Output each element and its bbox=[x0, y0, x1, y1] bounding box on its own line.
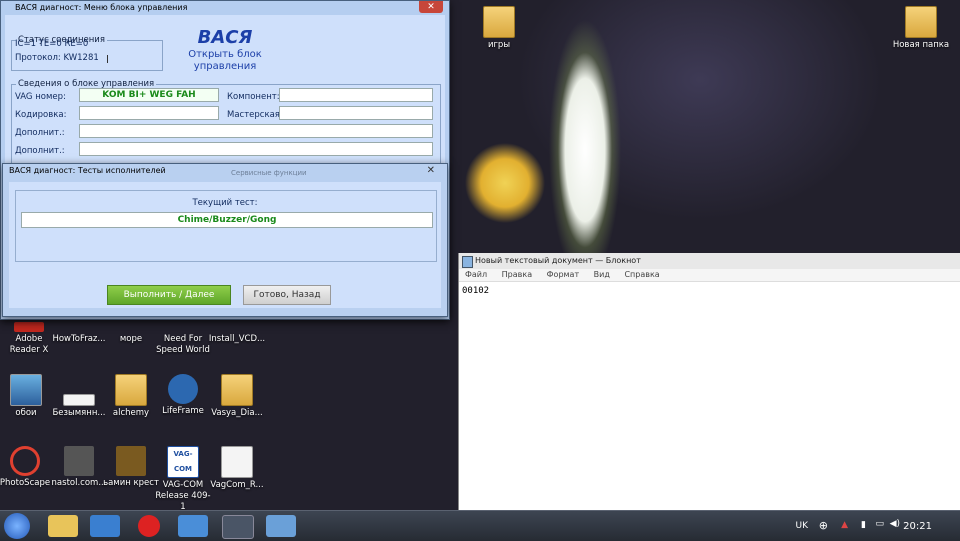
notepad-menubar: Файл Правка Формат Вид Справка bbox=[459, 269, 960, 282]
extra-1-label: Дополнит.: bbox=[15, 128, 65, 138]
menu-view[interactable]: Вид bbox=[594, 270, 610, 279]
installer-icon bbox=[222, 322, 252, 332]
vagcom-icon: VAG- COM bbox=[167, 446, 199, 478]
status-line-2: Протокол: KW1281 bbox=[15, 53, 99, 63]
actuator-test-dialog: ВАСЯ диагност: Тесты исполнителей Сервис… bbox=[2, 163, 448, 317]
monitor-icon bbox=[10, 374, 42, 406]
desktop-icon-nfs-world[interactable]: Need For Speed World bbox=[154, 322, 212, 356]
workshop-field[interactable] bbox=[279, 106, 433, 120]
close-icon[interactable]: ✕ bbox=[427, 164, 435, 178]
folder-icon bbox=[115, 374, 147, 406]
current-test-label: Текущий тест: bbox=[192, 198, 258, 208]
menu-edit[interactable]: Правка bbox=[502, 270, 532, 279]
desktop-icon-untitled[interactable]: Безымянн... bbox=[50, 374, 108, 419]
close-button[interactable]: ✕ bbox=[419, 1, 443, 13]
desktop-icon-new-folder[interactable]: Новая папка bbox=[892, 6, 950, 51]
taskbar-notepad-icon[interactable] bbox=[266, 515, 296, 537]
status-line-1: IC=1 TE=0 RE=0 bbox=[15, 39, 89, 49]
desktop-icon-wallpapers[interactable]: обои bbox=[0, 374, 55, 419]
battery-icon[interactable]: ▭ bbox=[875, 519, 884, 529]
network-icon[interactable]: ▲ bbox=[841, 520, 848, 530]
game-icon bbox=[168, 322, 198, 332]
clock[interactable]: 20:21 bbox=[903, 521, 932, 532]
notepad-titlebar[interactable]: Новый текстовый документ — Блокнот bbox=[459, 253, 960, 269]
taskbar-explorer-icon[interactable] bbox=[48, 515, 78, 537]
vag-number-field[interactable]: KOM BI+ WEG FAH bbox=[79, 88, 219, 102]
extra-2-field[interactable] bbox=[79, 142, 433, 156]
image-icon bbox=[64, 446, 94, 476]
menu-help[interactable]: Справка bbox=[624, 270, 659, 279]
menu-format[interactable]: Формат bbox=[547, 270, 579, 279]
extra-1-field[interactable] bbox=[79, 124, 433, 138]
desktop-icon-nastol[interactable]: nastol.com... bbox=[50, 446, 108, 489]
desktop-icon-alchemy[interactable]: alchemy bbox=[102, 374, 160, 419]
desktop-icon-photoscape[interactable]: PhotoScape bbox=[0, 446, 54, 489]
show-hidden-icons[interactable]: ⊕ bbox=[819, 519, 828, 532]
coding-field[interactable] bbox=[79, 106, 219, 120]
desktop-icon-sea[interactable]: море bbox=[102, 322, 160, 345]
brand-title: ВАСЯ bbox=[197, 27, 253, 48]
image-icon bbox=[63, 394, 95, 406]
image-icon bbox=[116, 446, 146, 476]
folder-icon bbox=[221, 374, 253, 406]
taskbar: UK ⊕ ▲ ▮ ▭ ◀) 20:21 bbox=[0, 510, 960, 541]
test-dialog-client: Текущий тест: Chime/Buzzer/Gong Выполнит… bbox=[9, 182, 441, 308]
photoscape-icon bbox=[10, 446, 40, 476]
run-next-button[interactable]: Выполнить / Далее bbox=[107, 285, 231, 305]
component-field[interactable] bbox=[279, 88, 433, 102]
menu-file[interactable]: Файл bbox=[465, 270, 487, 279]
notepad-icon bbox=[462, 256, 473, 268]
shortcut-icon bbox=[64, 322, 94, 332]
taskbar-opera-icon[interactable] bbox=[138, 515, 160, 537]
folder-icon bbox=[483, 6, 515, 38]
workshop-label: Мастерская bbox=[227, 110, 280, 120]
coding-label: Кодировка: bbox=[15, 110, 67, 120]
adobe-reader-icon bbox=[14, 322, 44, 332]
desktop-icon-howtofraz[interactable]: HowToFraz... bbox=[50, 322, 108, 345]
language-indicator[interactable]: UK bbox=[796, 521, 809, 531]
camera-icon bbox=[168, 374, 198, 404]
extra-2-label: Дополнит.: bbox=[15, 146, 65, 156]
open-block-link[interactable]: Открыть блок управления bbox=[180, 49, 270, 73]
image-icon bbox=[116, 322, 146, 332]
taskbar-vasya-icon[interactable] bbox=[222, 515, 254, 539]
desktop-icon-vagcom[interactable]: VAG- COM VAG-COM Release 409-1 bbox=[154, 446, 212, 513]
desktop-icon-install-vcd[interactable]: Install_VCD... bbox=[208, 322, 266, 345]
volume-icon[interactable]: ◀) bbox=[890, 519, 900, 529]
component-label: Компонент: bbox=[227, 92, 280, 102]
vag-number-label: VAG номер: bbox=[15, 92, 66, 102]
service-functions-ghost: Сервисные функции bbox=[231, 169, 307, 177]
device-icon[interactable]: ▮ bbox=[861, 520, 866, 530]
notepad-window: Новый текстовый документ — Блокнот Файл … bbox=[458, 253, 960, 510]
folder-icon bbox=[905, 6, 937, 38]
desktop-icon-vagcom-pdf[interactable]: VagCom_R... bbox=[208, 446, 266, 491]
desktop-icon-games[interactable]: игры bbox=[470, 6, 528, 51]
desktop-icon-vasya-dia[interactable]: Vasya_Dia... bbox=[208, 374, 266, 419]
pdf-icon bbox=[221, 446, 253, 478]
current-test-field: Chime/Buzzer/Gong bbox=[21, 212, 433, 228]
desktop-icon-lifeframe[interactable]: LifeFrame bbox=[154, 374, 212, 417]
desktop-icon-amin-krest[interactable]: ьамин крест bbox=[102, 446, 160, 489]
taskbar-control-panel-icon[interactable] bbox=[178, 515, 208, 537]
done-back-button[interactable]: Готово, Назад bbox=[243, 285, 331, 305]
test-dialog-titlebar[interactable]: ВАСЯ диагност: Тесты исполнителей Сервис… bbox=[3, 164, 447, 178]
main-window-titlebar[interactable]: ВАСЯ диагност: Меню блока управления ✕ bbox=[1, 1, 449, 15]
notepad-text-area[interactable]: 00102 bbox=[459, 282, 960, 300]
taskbar-media-player-icon[interactable] bbox=[90, 515, 120, 537]
text-cursor bbox=[107, 55, 108, 63]
start-button[interactable] bbox=[4, 513, 30, 539]
